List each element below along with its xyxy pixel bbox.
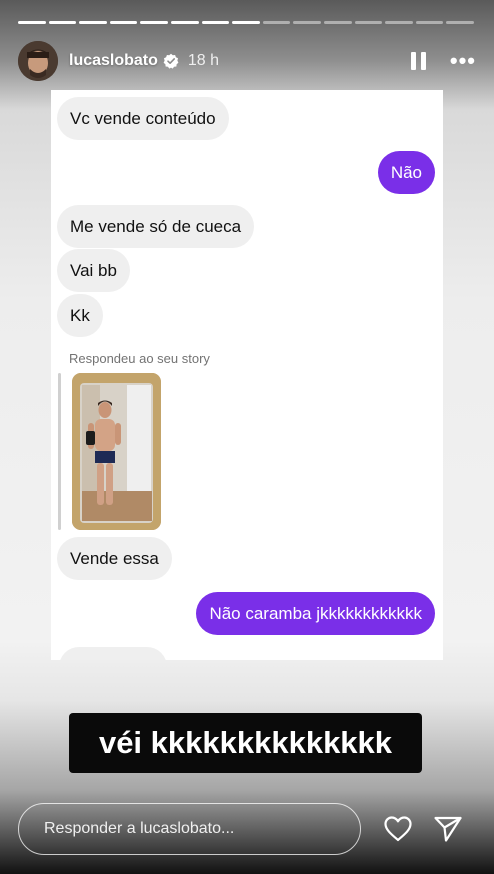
progress-segment bbox=[79, 21, 107, 24]
username[interactable]: lucaslobato bbox=[69, 52, 158, 70]
progress-segment bbox=[140, 21, 168, 24]
message-bubble-incoming: Vc vende conteúdo bbox=[57, 97, 229, 140]
progress-segment bbox=[415, 21, 444, 24]
progress-segment bbox=[323, 21, 352, 24]
more-horizontal-icon[interactable]: ••• bbox=[450, 50, 476, 72]
story-thumbnail bbox=[72, 373, 161, 530]
dm-screenshot: Vc vende conteúdo Não Me vende só de cue… bbox=[51, 90, 443, 660]
progress-segment bbox=[48, 21, 77, 24]
send-icon[interactable] bbox=[433, 815, 463, 843]
story-header: lucaslobato 18 h ••• bbox=[18, 40, 476, 82]
mirror-selfie-image bbox=[72, 373, 161, 530]
progress-segment bbox=[262, 21, 291, 24]
message-bubble-outgoing: Não caramba jkkkkkkkkkkkk bbox=[196, 592, 435, 635]
progress-segment bbox=[201, 21, 230, 24]
verified-badge-icon bbox=[163, 53, 179, 69]
progress-segment bbox=[232, 21, 260, 24]
story-timestamp: 18 h bbox=[187, 52, 220, 69]
avatar[interactable] bbox=[18, 41, 58, 81]
progress-segment bbox=[293, 21, 321, 24]
message-bubble-incoming: Kk bbox=[57, 294, 103, 337]
progress-segment bbox=[385, 21, 413, 24]
progress-segment bbox=[354, 21, 383, 24]
message-bubble-incoming: Me vende só de cueca bbox=[57, 205, 255, 248]
message-bubble-incoming: Vende essa bbox=[57, 537, 172, 580]
story-progress-bar bbox=[18, 21, 474, 24]
message-bubble-partial bbox=[59, 647, 167, 660]
pause-icon[interactable] bbox=[408, 50, 430, 72]
message-bubble-outgoing: Não bbox=[377, 151, 435, 194]
story-caption: véi kkkkkkkkkkkkkk bbox=[69, 713, 422, 773]
progress-segment bbox=[109, 21, 138, 24]
progress-segment bbox=[446, 21, 474, 24]
story-reply-label: Respondeu ao seu story bbox=[69, 351, 210, 366]
progress-segment bbox=[170, 21, 199, 24]
heart-icon[interactable] bbox=[383, 815, 413, 843]
avatar-image bbox=[18, 41, 58, 81]
message-bubble-incoming: Vai bb bbox=[57, 249, 130, 292]
story-viewer: lucaslobato 18 h ••• Vc vende conteúdo N… bbox=[0, 0, 494, 874]
reply-indicator-bar bbox=[58, 373, 61, 530]
progress-segment bbox=[18, 21, 46, 24]
reply-input[interactable]: Responder a lucaslobato... bbox=[18, 803, 361, 855]
